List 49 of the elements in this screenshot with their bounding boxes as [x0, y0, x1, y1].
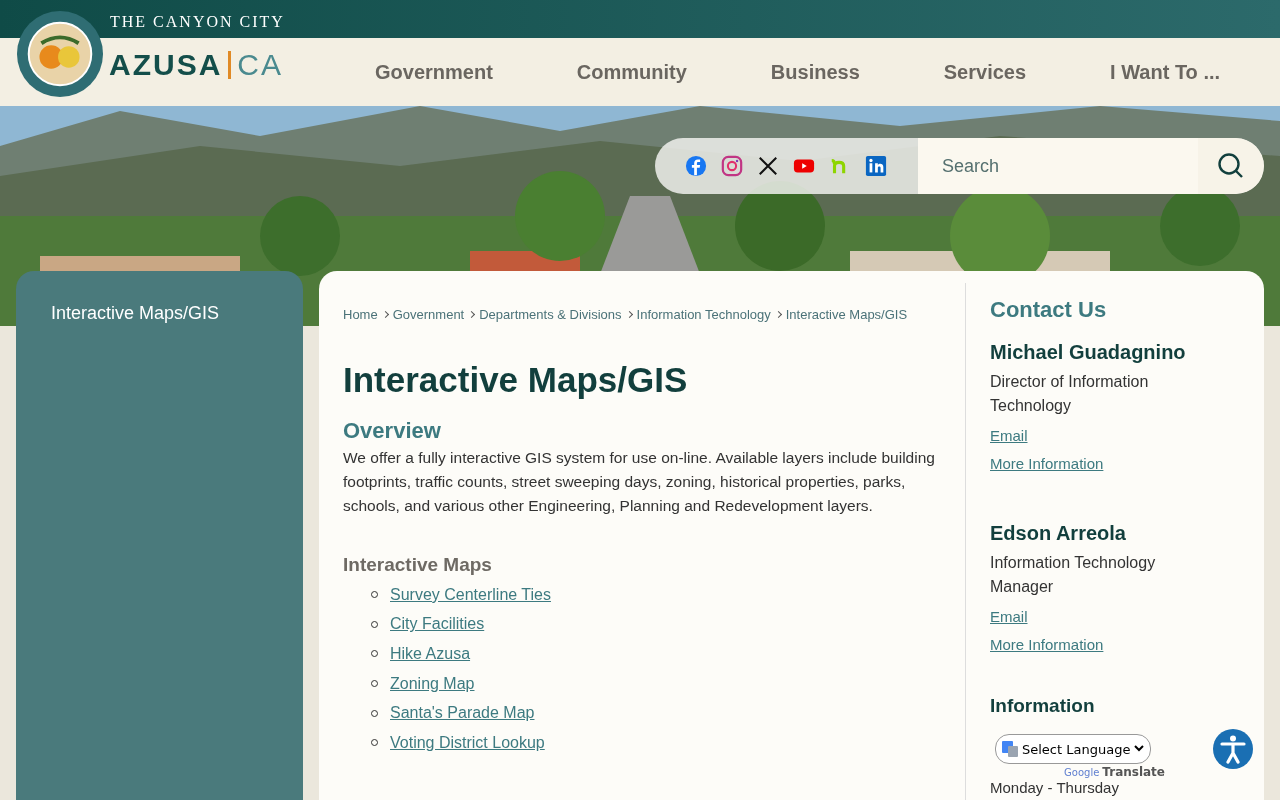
sidebar-link[interactable]: Interactive Maps/GIS — [16, 303, 303, 324]
instagram-icon[interactable] — [721, 155, 743, 177]
accessibility-icon — [1213, 729, 1253, 769]
contact-job-title: Information Technology Manager — [990, 553, 1157, 597]
map-link[interactable]: Santa's Parade Map — [390, 704, 535, 723]
contact-name: Edson Arreola — [990, 522, 1127, 545]
seal-logo-icon[interactable] — [16, 10, 104, 98]
logo-wordmark[interactable]: AZUSA — [109, 48, 223, 82]
map-link[interactable]: Zoning Map — [390, 674, 475, 693]
overview-paragraph: We offer a fully interactive GIS system for use on-line. Available layers include building footprints, traffic counts, street sweeping days, zoning, historical properties, parks, schools, and various other Engineering, Planning and Redevelopment layers. — [343, 448, 936, 516]
info-heading: Information — [990, 695, 1096, 717]
page-title: Interactive Maps/GIS — [343, 360, 689, 400]
contact-job-title: Director of Information Technology — [990, 372, 1150, 416]
contact-link[interactable]: Email — [990, 422, 1264, 450]
map-link[interactable]: City Facilities — [390, 615, 485, 634]
breadcrumb-link[interactable]: Information Technology — [636, 307, 771, 322]
translate-icon — [1002, 741, 1018, 757]
search-field[interactable]: Search — [917, 138, 1198, 194]
map-link[interactable]: Hike Azusa — [390, 645, 471, 663]
google-logo: Google — [1064, 767, 1100, 778]
breadcrumb-link[interactable]: Government — [392, 307, 465, 322]
section-heading: Overview — [343, 418, 442, 444]
facebook-icon[interactable] — [685, 155, 707, 177]
nav-link[interactable]: Services — [901, 60, 1069, 84]
nav-link[interactable]: Community — [534, 60, 729, 84]
map-link[interactable]: Voting District Lookup — [390, 733, 545, 752]
chevron-down-icon — [1134, 745, 1145, 753]
language-select[interactable]: Select Language — [995, 734, 1152, 764]
breadcrumb-link[interactable]: Home — [343, 307, 378, 322]
contact-link[interactable]: More Information — [990, 450, 1264, 478]
nav-link[interactable]: Business — [728, 60, 902, 84]
translate-label: Translate — [1102, 765, 1165, 779]
breadcrumb-link[interactable]: Interactive Maps/GIS — [785, 307, 908, 322]
x-logo-icon[interactable] — [757, 155, 779, 177]
search-icon — [1216, 152, 1245, 180]
hours-text: Monday - Thursday — [990, 779, 1119, 796]
nav-link[interactable]: I Want To ... — [1068, 60, 1263, 84]
linkedin-icon[interactable] — [865, 155, 887, 177]
contact-name: Michael Guadagnino — [990, 341, 1187, 364]
map-link[interactable]: Survey Centerline Ties — [390, 585, 551, 604]
accessibility-button[interactable] — [1213, 729, 1253, 769]
site-tagline: THE CANYON CITY — [110, 13, 285, 31]
breadcrumb-link[interactable]: Departments & Divisions — [479, 307, 622, 322]
logo-wordmark-suffix[interactable]: CA — [237, 48, 284, 82]
nav-link[interactable]: Government — [333, 60, 535, 84]
section-heading: Interactive Maps — [343, 554, 493, 576]
contact-link[interactable]: Email — [990, 603, 1264, 631]
contact-link[interactable]: More Information — [990, 631, 1264, 659]
contact-heading: Contact Us — [990, 297, 1108, 323]
